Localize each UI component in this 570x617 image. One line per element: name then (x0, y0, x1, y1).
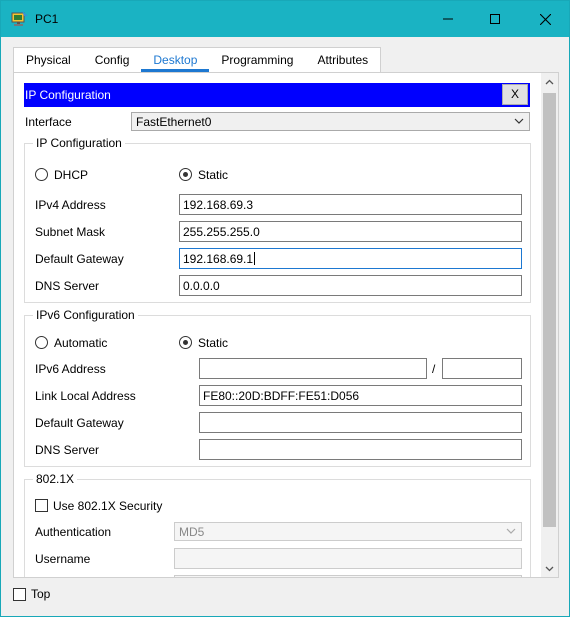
ip-configuration-close-button[interactable]: X (502, 84, 528, 105)
chevron-down-icon (545, 566, 554, 571)
ipv6-address-label: IPv6 Address (35, 362, 106, 376)
ip-configuration-header: IP Configuration X (24, 83, 530, 107)
chevron-down-icon (506, 528, 516, 534)
prefix-separator: / (432, 362, 436, 376)
chevron-up-icon (545, 79, 554, 84)
authentication-value: MD5 (179, 525, 205, 539)
authentication-label: Authentication (35, 525, 112, 539)
use-8021x-checkbox[interactable] (35, 499, 48, 512)
scrollbar-thumb[interactable] (543, 93, 556, 527)
ipv6-default-gateway-label: Default Gateway (35, 416, 124, 430)
static-ipv4-radio[interactable] (179, 168, 192, 181)
scroll-down-button[interactable] (541, 560, 558, 577)
title-bar[interactable]: PC1 (1, 1, 569, 37)
ipv4-address-input[interactable]: 192.168.69.3 (179, 194, 522, 215)
username-input[interactable] (174, 548, 522, 569)
ipv6-dns-server-input[interactable] (199, 439, 522, 460)
close-icon (539, 13, 551, 25)
top-checkbox[interactable] (13, 588, 26, 601)
bottom-bar: Top (1, 579, 569, 616)
dhcp-label: DHCP (54, 168, 89, 182)
link-local-address-label: Link Local Address (35, 389, 136, 403)
interface-value: FastEthernet0 (136, 115, 212, 129)
tab-physical[interactable]: Physical (14, 48, 83, 72)
ipv6-dns-server-label: DNS Server (35, 443, 100, 457)
password-input[interactable] (174, 575, 522, 577)
dns-server-input[interactable]: 0.0.0.0 (179, 275, 522, 296)
dns-server-label: DNS Server (35, 279, 100, 293)
subnet-mask-input[interactable]: 255.255.255.0 (179, 221, 522, 242)
default-gateway-label: Default Gateway (35, 252, 124, 266)
interface-label: Interface (25, 115, 72, 129)
minimize-icon (443, 18, 453, 20)
tab-attributes[interactable]: Attributes (305, 48, 380, 72)
maximize-icon (490, 14, 500, 24)
maximize-button[interactable] (472, 1, 518, 37)
close-button[interactable] (522, 1, 568, 37)
pc1-window: PC1 Physical Config Desktop Programming … (0, 0, 570, 617)
tab-strip: Physical Config Desktop Programming Attr… (13, 47, 382, 72)
tab-desktop[interactable]: Desktop (141, 48, 210, 72)
dot1x-group: 802.1X Use 802.1X Security Authenticatio… (24, 472, 531, 577)
default-gateway-input[interactable]: 192.168.69.1 (179, 248, 522, 269)
subnet-mask-label: Subnet Mask (35, 225, 106, 239)
window-title: PC1 (35, 12, 59, 26)
ipv6-config-group: IPv6 Configuration Automatic Static IPv6… (24, 308, 531, 467)
ip-configuration-title: IP Configuration (25, 88, 111, 102)
static-ipv4-label: Static (198, 168, 229, 182)
ipv6-group-title: IPv6 Configuration (33, 308, 138, 322)
use-8021x-label: Use 802.1X Security (53, 499, 163, 513)
automatic-radio[interactable] (35, 336, 48, 349)
ipv4-config-group: IP Configuration DHCP Static IPv4 Addres… (24, 136, 531, 303)
ipv4-address-label: IPv4 Address (35, 198, 106, 212)
interface-select[interactable]: FastEthernet0 (131, 112, 530, 131)
automatic-label: Automatic (54, 336, 108, 350)
vertical-scrollbar[interactable] (541, 73, 558, 577)
ipv6-prefix-input[interactable] (442, 358, 522, 379)
ipv6-address-input[interactable] (199, 358, 427, 379)
chevron-down-icon (514, 118, 524, 124)
tab-config[interactable]: Config (83, 48, 142, 72)
default-gateway-value: 192.168.69.1 (183, 252, 254, 266)
top-label: Top (31, 587, 51, 601)
minimize-button[interactable] (425, 1, 471, 37)
desktop-content: IP Configuration X Interface FastEtherne… (13, 72, 559, 578)
static-ipv6-radio[interactable] (179, 336, 192, 349)
username-label: Username (35, 552, 91, 566)
dhcp-radio[interactable] (35, 168, 48, 181)
scroll-up-button[interactable] (541, 73, 558, 90)
link-local-address-input[interactable]: FE80::20D:BDFF:FE51:D056 (199, 385, 522, 406)
dot1x-group-title: 802.1X (33, 472, 78, 486)
ipv4-group-title: IP Configuration (33, 136, 125, 150)
tab-programming[interactable]: Programming (209, 48, 305, 72)
text-caret (254, 252, 256, 265)
ipv6-default-gateway-input[interactable] (199, 412, 522, 433)
static-ipv6-label: Static (198, 336, 229, 350)
pc-app-icon (11, 11, 28, 26)
authentication-select[interactable]: MD5 (174, 522, 522, 541)
